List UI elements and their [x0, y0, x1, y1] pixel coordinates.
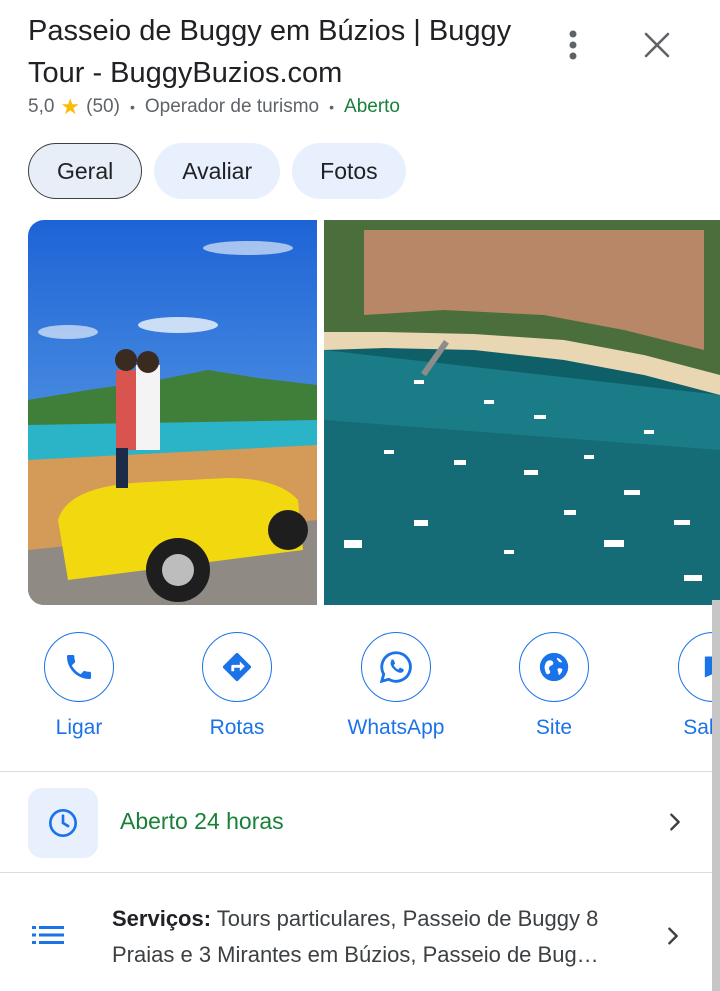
chevron-right-icon [670, 813, 680, 831]
website-button[interactable] [519, 632, 589, 702]
action-bar: Ligar Rotas WhatsApp Site Sal [0, 632, 720, 747]
phone-icon [67, 655, 91, 679]
more-options-button[interactable] [558, 28, 588, 62]
whatsapp-button[interactable] [361, 632, 431, 702]
tab-bar: Geral Avaliar Fotos [28, 143, 406, 199]
separator-dot: • [129, 99, 135, 115]
tab-fotos[interactable]: Fotos [292, 143, 406, 199]
whatsapp-icon [379, 651, 412, 684]
call-label: Ligar [55, 716, 103, 739]
photo-aerial-bay[interactable] [324, 220, 720, 605]
open-status: Aberto [344, 96, 400, 117]
review-count[interactable]: (50) [86, 96, 120, 118]
scrollbar[interactable] [712, 600, 720, 991]
hours-status: Aberto 24 horas [120, 808, 284, 834]
directions-action[interactable]: Rotas [162, 632, 312, 740]
rating-value: 5,0 [28, 96, 55, 117]
place-meta: 5,0 ★ (50) • Operador de turismo • Abert… [28, 94, 400, 120]
directions-icon [222, 652, 252, 682]
more-vert-icon [569, 30, 577, 60]
list-icon [32, 926, 64, 944]
photo-buggy-couple[interactable] [28, 220, 317, 605]
website-action[interactable]: Site [479, 632, 629, 740]
tab-avaliar[interactable]: Avaliar [154, 143, 281, 199]
photo-carousel[interactable] [28, 220, 720, 605]
call-button[interactable] [44, 632, 114, 702]
save-action[interactable]: Salvar [638, 632, 720, 740]
star-icon: ★ [60, 94, 81, 119]
services-summary: Serviços: Tours particulares, Passeio de… [112, 901, 657, 973]
chevron-right-icon [668, 927, 678, 945]
services-label: Serviços: [112, 906, 212, 931]
whatsapp-label: WhatsApp [347, 716, 445, 739]
separator-dot: • [329, 99, 335, 115]
directions-label: Rotas [209, 716, 265, 739]
place-title: Passeio de Buggy em Búzios | Buggy Tour … [28, 15, 512, 89]
whatsapp-action[interactable]: WhatsApp [321, 632, 471, 740]
clock-icon [49, 809, 77, 837]
globe-icon [539, 652, 569, 682]
directions-button[interactable] [202, 632, 272, 702]
hours-row[interactable]: Aberto 24 horas [0, 772, 720, 872]
website-label: Site [535, 716, 573, 739]
hours-icon-box [28, 788, 98, 858]
close-icon [644, 32, 670, 58]
close-button[interactable] [638, 26, 676, 64]
tab-geral[interactable]: Geral [28, 143, 143, 199]
place-category: Operador de turismo [144, 96, 320, 117]
call-action[interactable]: Ligar [4, 632, 154, 740]
services-row[interactable]: Serviços: Tours particulares, Passeio de… [0, 873, 720, 991]
